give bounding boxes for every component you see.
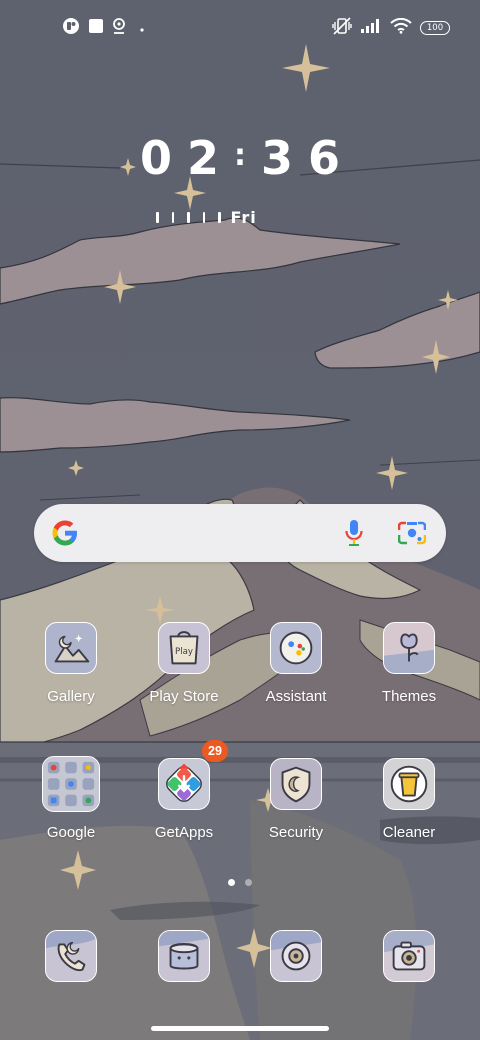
clock-hour-ones: 2: [187, 131, 220, 185]
svg-text:Play: Play: [175, 647, 193, 657]
app-label: Gallery: [47, 688, 95, 705]
square-notification-icon: [88, 18, 104, 39]
cleaner-icon: [383, 758, 435, 810]
status-bar: 100: [0, 0, 480, 56]
dock-phone[interactable]: [45, 930, 97, 982]
app-play-store[interactable]: Play Play Store: [129, 622, 239, 732]
app-themes[interactable]: Themes: [354, 622, 464, 732]
app-label: GetApps: [154, 824, 214, 841]
status-bar-left: [62, 17, 144, 40]
app-security[interactable]: Security: [241, 758, 351, 868]
camera-icon: [384, 931, 434, 981]
battery-icon: 100: [420, 21, 450, 35]
location-pin-icon: [112, 17, 126, 40]
messages-icon: [159, 931, 209, 981]
gallery-icon: [45, 622, 97, 674]
app-getapps[interactable]: 29 GetApps: [129, 740, 239, 868]
app-gallery[interactable]: Gallery: [16, 622, 126, 732]
vibrate-off-icon: [332, 16, 352, 40]
date-ticks: [156, 211, 221, 223]
battery-level: 100: [426, 22, 444, 33]
microphone-icon[interactable]: [344, 519, 364, 547]
app-label: Assistant: [265, 688, 327, 705]
clock-minute-ones: 6: [307, 131, 340, 185]
date-row: Fri: [156, 206, 257, 228]
app-label: Themes: [381, 688, 437, 705]
clock-minute-tens: 3: [260, 131, 293, 185]
status-bar-right: 100: [332, 16, 450, 40]
more-dot-icon: [140, 19, 144, 37]
home-indicator[interactable]: [151, 1026, 329, 1031]
app-label: Google: [46, 824, 96, 841]
phone-icon: [46, 931, 96, 981]
app-assistant[interactable]: Assistant: [241, 622, 351, 732]
wifi-icon: [390, 17, 412, 39]
folder-google[interactable]: Google: [16, 756, 126, 868]
notification-badge: 29: [202, 740, 228, 762]
assistant-icon: [270, 622, 322, 674]
google-logo-icon: [52, 520, 77, 546]
page-dot: [245, 879, 252, 886]
getapps-icon: [158, 758, 210, 810]
google-lens-icon[interactable]: [398, 520, 426, 546]
themes-icon: [383, 622, 435, 674]
dock-camera[interactable]: [383, 930, 435, 982]
clock-separator: :: [234, 138, 246, 173]
app-label: Play Store: [149, 688, 219, 705]
security-icon: [270, 758, 322, 810]
page-dot-active: [228, 879, 235, 886]
weekday-label: Fri: [230, 207, 257, 227]
dock-browser[interactable]: [270, 930, 322, 982]
google-folder-icon: [42, 756, 100, 812]
clock-hour-tens: 0: [140, 131, 173, 185]
page-indicator: [228, 879, 252, 887]
signal-icon: [360, 18, 382, 39]
browser-icon: [271, 931, 321, 981]
dock-messages[interactable]: [158, 930, 210, 982]
play-store-icon: Play: [158, 622, 210, 674]
google-search-bar[interactable]: [34, 504, 446, 562]
app-cleaner[interactable]: Cleaner: [354, 758, 464, 868]
app-label: Cleaner: [382, 824, 436, 841]
app-label: Security: [268, 824, 324, 841]
clock-widget[interactable]: 0 2 : 3 6: [140, 128, 340, 188]
app-notification-icon: [62, 17, 80, 40]
